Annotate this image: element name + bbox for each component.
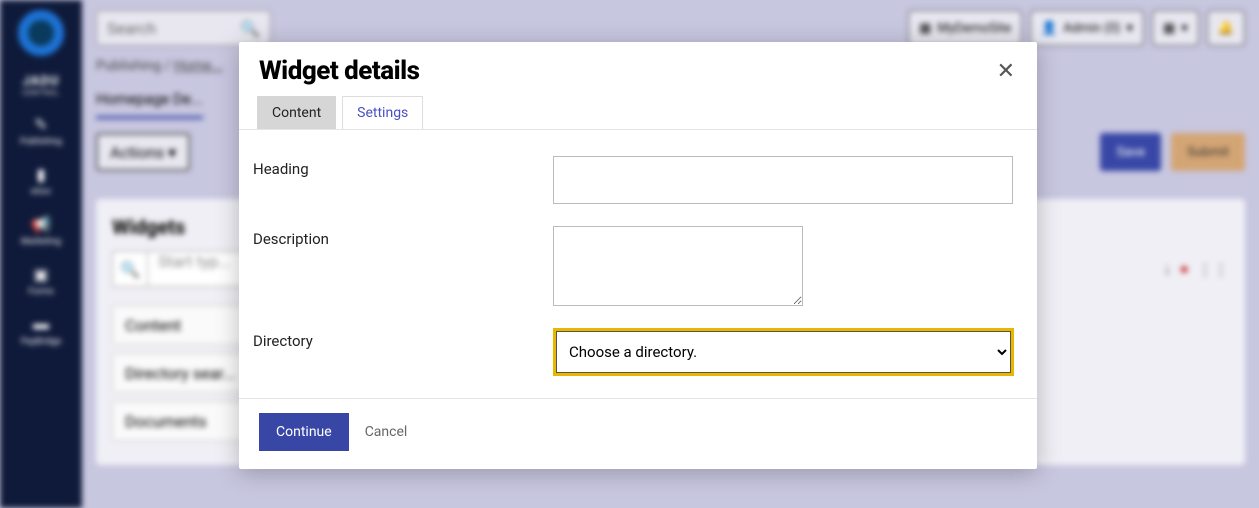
sidebar-item-marketing[interactable]: 📢Marketing — [21, 215, 61, 247]
heading-input[interactable] — [553, 156, 1013, 204]
directory-select[interactable]: Choose a directory. — [556, 331, 1011, 373]
sidebar-item-egov[interactable]: ▮eGov — [31, 165, 51, 197]
sidebar-item-forms[interactable]: ▣Forms — [28, 265, 54, 297]
drag-icon[interactable]: ⋮⋮ — [1197, 260, 1229, 279]
card-icon: ▬ — [32, 315, 50, 333]
brand-logo — [18, 10, 64, 56]
chevron-down-icon: ▾ — [1126, 21, 1133, 36]
submit-button[interactable]: Submit — [1171, 133, 1245, 171]
grid-menu[interactable]: ▦▾ — [1152, 10, 1199, 46]
grid-icon: ▦ — [1163, 21, 1175, 36]
save-button[interactable]: Save — [1100, 133, 1161, 171]
cancel-button[interactable]: Cancel — [365, 424, 408, 440]
pencil-icon: ✎ — [32, 115, 50, 133]
notification-button[interactable]: 🔔 — [1207, 10, 1245, 46]
user-menu[interactable]: 👤Admin (0)▾ — [1030, 10, 1144, 46]
server-icon: ▦ — [919, 21, 931, 36]
megaphone-icon: 📢 — [32, 215, 50, 233]
description-label: Description — [253, 226, 553, 306]
actions-button[interactable]: Actions ▾ — [96, 133, 190, 171]
search-icon[interactable]: 🔍 — [112, 251, 148, 287]
directory-label: Directory — [253, 328, 553, 376]
sidebar-item-publishing[interactable]: ✎Publishing — [20, 115, 62, 147]
modal-title: Widget details — [259, 56, 420, 86]
widget-details-modal: Widget details ✕ Content Settings Headin… — [239, 42, 1037, 469]
tab-settings[interactable]: Settings — [342, 96, 423, 129]
chevron-down-icon: ▾ — [168, 143, 176, 162]
continue-button[interactable]: Continue — [259, 413, 349, 451]
remove-icon[interactable]: ● — [1179, 259, 1189, 279]
site-selector[interactable]: ▦MyDemoSite — [908, 10, 1022, 46]
brand-name: JADUCENTRAL — [22, 74, 59, 97]
sidebar-item-paybridge[interactable]: ▬PayBridge — [21, 315, 61, 347]
download-icon[interactable]: ↓ — [1163, 259, 1171, 279]
search-input[interactable]: Search🔍 — [96, 10, 271, 46]
heading-label: Heading — [253, 156, 553, 204]
breadcrumb-link[interactable]: Home... — [174, 58, 223, 74]
page-tab[interactable]: Homepage De... — [96, 82, 203, 119]
sidebar: JADUCENTRAL ✎Publishing ▮eGov 📢Marketing… — [0, 0, 82, 508]
search-icon: 🔍 — [240, 19, 260, 38]
user-icon: 👤 — [1041, 21, 1057, 36]
close-icon[interactable]: ✕ — [997, 59, 1015, 84]
description-textarea[interactable] — [553, 226, 803, 306]
bookmark-icon: ▮ — [32, 165, 50, 183]
tab-content[interactable]: Content — [257, 96, 336, 129]
clipboard-icon: ▣ — [32, 265, 50, 283]
bell-icon: 🔔 — [1218, 21, 1234, 36]
